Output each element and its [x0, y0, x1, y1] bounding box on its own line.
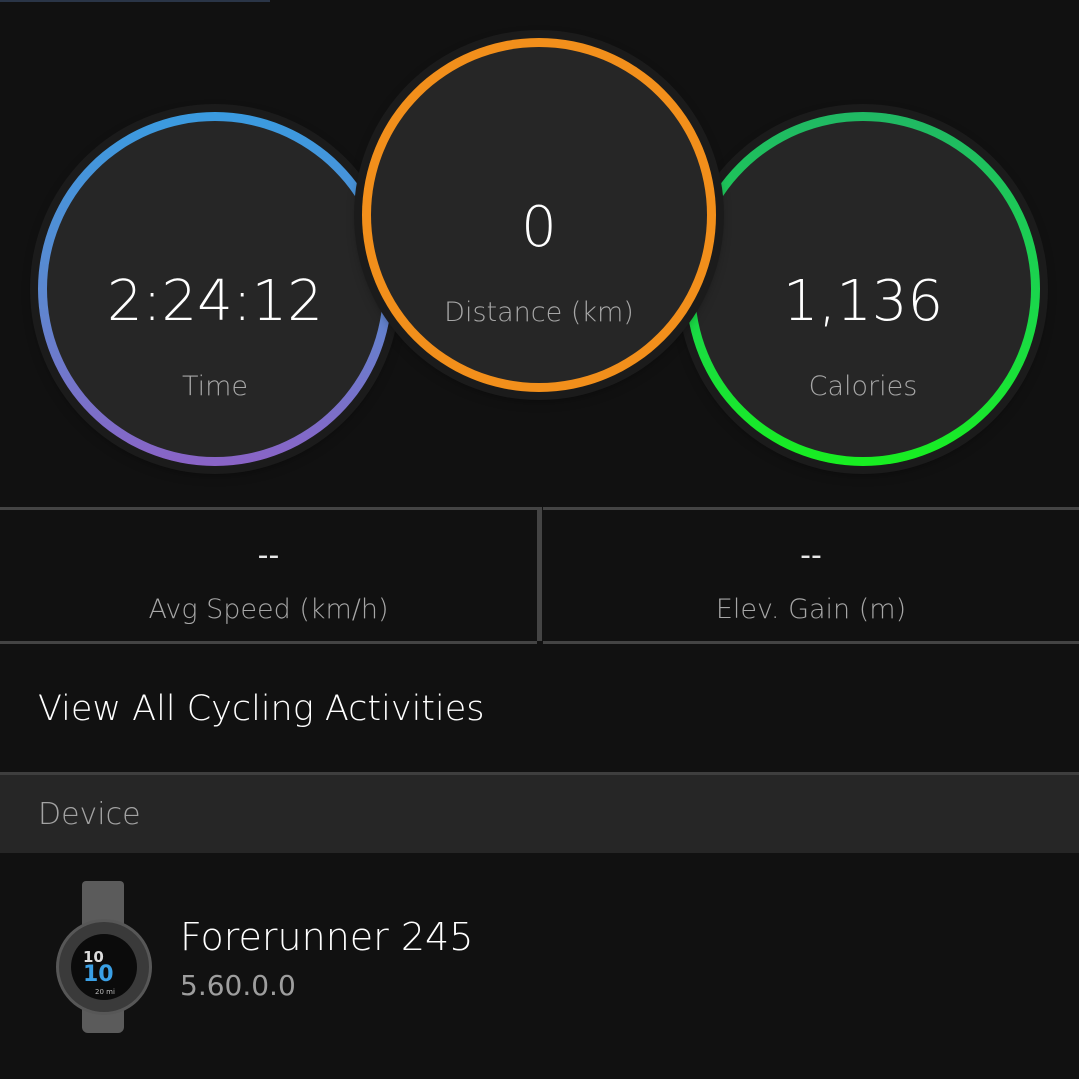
elev-gain-cell: -- Elev. Gain (m) — [543, 507, 1079, 644]
view-all-label: View All Cycling Activities — [38, 689, 485, 729]
top-accent-bar — [0, 0, 270, 2]
stats-divider — [537, 507, 542, 641]
distance-ring[interactable]: 0 Distance (km) — [362, 38, 716, 392]
calories-value: 1,136 — [782, 269, 944, 334]
view-all-cycling-link[interactable]: View All Cycling Activities — [0, 645, 1079, 775]
device-header-label: Device — [38, 797, 141, 832]
distance-label: Distance (km) — [444, 297, 634, 328]
watch-case: 10 10 20 mi — [56, 919, 152, 1015]
elev-gain-value: -- — [800, 538, 822, 573]
device-version: 5.60.0.0 — [180, 969, 296, 1002]
time-label: Time — [181, 371, 249, 402]
device-section-header: Device — [0, 775, 1079, 853]
device-row[interactable]: 10 10 20 mi Forerunner 245 5.60.0.0 — [0, 853, 1079, 1079]
distance-value: 0 — [521, 195, 557, 260]
avg-speed-label: Avg Speed (km/h) — [148, 594, 389, 625]
calories-ring-face: 1,136 Calories — [695, 121, 1031, 457]
elev-gain-label: Elev. Gain (m) — [715, 594, 907, 625]
time-ring-face: 2:24:12 Time — [47, 121, 383, 457]
calories-label: Calories — [808, 371, 918, 402]
watch-face-bottom: 20 mi — [95, 988, 115, 996]
watch-image: 10 10 20 mi — [54, 881, 152, 1033]
avg-speed-value: -- — [257, 538, 280, 573]
time-ring[interactable]: 2:24:12 Time — [38, 112, 392, 466]
avg-speed-cell: -- Avg Speed (km/h) — [0, 507, 537, 644]
calories-ring[interactable]: 1,136 Calories — [686, 112, 1040, 466]
watch-face-time-large: 10 — [83, 962, 114, 987]
watch-face: 10 10 20 mi — [71, 934, 137, 1000]
distance-ring-face: 0 Distance (km) — [371, 47, 707, 383]
time-value: 2:24:12 — [107, 269, 323, 334]
device-name: Forerunner 245 — [180, 915, 474, 959]
